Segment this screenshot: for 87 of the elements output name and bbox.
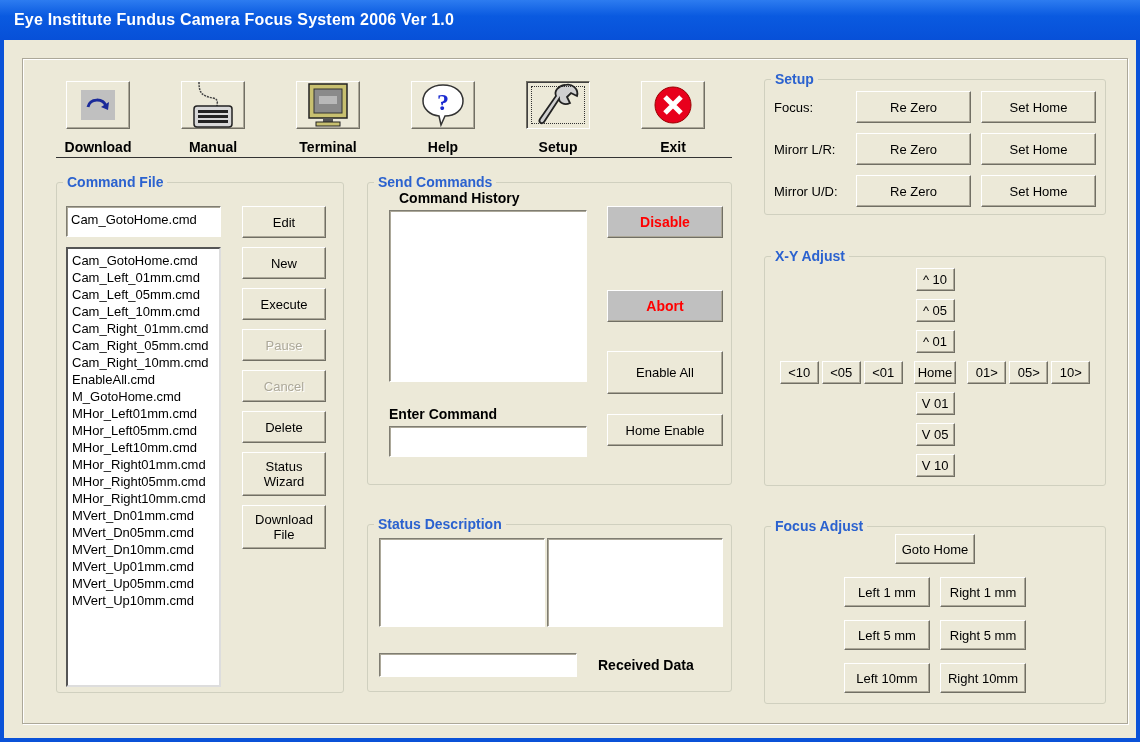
group-title: Setup <box>775 71 814 87</box>
axis-label: Mirror U/D: <box>774 183 839 199</box>
field-label: Enter Command <box>389 406 499 422</box>
jog-button[interactable]: <01 <box>863 361 903 384</box>
group-title: Focus Adjust <box>775 518 864 534</box>
file-list-item[interactable]: MHor_Left10mm.cmd <box>72 439 215 456</box>
command-input[interactable] <box>389 426 587 457</box>
toolbar-label: Setup <box>538 139 578 155</box>
group-title: Send Commands <box>378 174 493 190</box>
setup-action-button[interactable]: Set Home <box>981 133 1096 165</box>
filename-field[interactable]: Cam_GotoHome.cmd <box>66 206 221 237</box>
help-icon: ? <box>421 83 465 127</box>
toolbar-label: Exit <box>660 139 686 155</box>
focus-button[interactable]: Right 10mm <box>940 663 1026 693</box>
setup-action-button[interactable]: Re Zero <box>856 175 971 207</box>
setup-action-button[interactable]: Re Zero <box>856 133 971 165</box>
file-list-item[interactable]: MVert_Up01mm.cmd <box>72 558 215 575</box>
command-button[interactable]: Home Enable <box>607 414 723 446</box>
toolbar-label: Manual <box>188 139 238 155</box>
download-button[interactable] <box>66 81 130 129</box>
jog-button[interactable]: Home <box>913 361 957 384</box>
file-list-item[interactable]: MVert_Up05mm.cmd <box>72 575 215 592</box>
file-list-item[interactable]: MHor_Right05mm.cmd <box>72 473 215 490</box>
jog-button[interactable]: ^ 05 <box>915 299 955 322</box>
field-label: Received Data <box>598 657 694 673</box>
file-list-item[interactable]: Cam_Right_05mm.cmd <box>72 337 215 354</box>
group-title: X-Y Adjust <box>775 248 845 264</box>
file-list-item[interactable]: MVert_Dn05mm.cmd <box>72 524 215 541</box>
received-data-field[interactable] <box>379 653 577 677</box>
file-list-item[interactable]: EnableAll.cmd <box>72 371 215 388</box>
focus-button[interactable]: Goto Home <box>894 534 976 564</box>
jog-button[interactable]: 01> <box>967 361 1007 384</box>
setup-action-button[interactable]: Set Home <box>981 175 1096 207</box>
file-list-item[interactable]: M_GotoHome.cmd <box>72 388 215 405</box>
close-icon <box>653 85 693 125</box>
file-list-item[interactable]: Cam_Right_10mm.cmd <box>72 354 215 371</box>
terminal-button[interactable] <box>296 81 360 129</box>
keyboard-icon <box>193 82 233 128</box>
command-button[interactable]: Download File <box>242 505 326 549</box>
window-title: Eye Institute Fundus Camera Focus System 2006 Ver 1.0 <box>14 11 455 29</box>
file-list-item[interactable]: MHor_Left05mm.cmd <box>72 422 215 439</box>
command-button[interactable]: Edit <box>242 206 326 238</box>
focus-button[interactable]: Left 10mm <box>844 663 930 693</box>
file-list-item[interactable]: Cam_GotoHome.cmd <box>72 252 215 269</box>
file-list-item[interactable]: Cam_Right_01mm.cmd <box>72 320 215 337</box>
file-list-item[interactable]: MVert_Dn10mm.cmd <box>72 541 215 558</box>
file-list-item[interactable]: Cam_Left_01mm.cmd <box>72 269 215 286</box>
jog-button[interactable]: 10> <box>1051 361 1091 384</box>
command-button[interactable]: Delete <box>242 411 326 443</box>
jog-button[interactable]: 05> <box>1009 361 1049 384</box>
focus-button[interactable]: Right 5 mm <box>940 620 1026 650</box>
axis-label: Focus: <box>774 99 814 115</box>
monitor-icon <box>308 83 348 127</box>
setup-action-button[interactable]: Re Zero <box>856 91 971 123</box>
manual-button[interactable] <box>181 81 245 129</box>
focus-button[interactable]: Right 1 mm <box>940 577 1026 607</box>
axis-label: Mirorr L/R: <box>774 141 837 157</box>
jog-button[interactable]: V 10 <box>915 454 955 477</box>
group-title: Command File <box>67 174 164 190</box>
file-list-item[interactable]: MHor_Right10mm.cmd <box>72 490 215 507</box>
jog-button[interactable]: ^ 10 <box>915 268 955 291</box>
setup-button[interactable] <box>526 81 590 129</box>
file-list-item[interactable]: MVert_Up10mm.cmd <box>72 592 215 609</box>
file-list-item[interactable]: MHor_Right01mm.cmd <box>72 456 215 473</box>
file-list-item[interactable]: Cam_Left_05mm.cmd <box>72 286 215 303</box>
toolbar-label: Download <box>64 139 132 155</box>
toolbar-label: Help <box>427 139 459 155</box>
field-label: Command History <box>398 190 521 206</box>
jog-button[interactable]: <05 <box>821 361 861 384</box>
setup-action-button[interactable]: Set Home <box>981 91 1096 123</box>
file-list-item[interactable]: MHor_Left01mm.cmd <box>72 405 215 422</box>
file-list-item[interactable]: Cam_Left_10mm.cmd <box>72 303 215 320</box>
exit-button[interactable] <box>641 81 705 129</box>
help-button[interactable]: ? <box>411 81 475 129</box>
jog-button[interactable]: V 01 <box>915 392 955 415</box>
file-list-item[interactable]: MVert_Dn01mm.cmd <box>72 507 215 524</box>
group-title: Status Description <box>378 516 502 532</box>
toolbar-label: Terminal <box>299 139 357 155</box>
focus-button[interactable]: Left 5 mm <box>844 620 930 650</box>
focus-button[interactable]: Left 1 mm <box>844 577 930 607</box>
jog-button[interactable]: ^ 01 <box>915 330 955 353</box>
command-button[interactable]: Execute <box>242 288 326 320</box>
command-button[interactable]: Status Wizard <box>242 452 326 496</box>
command-button[interactable]: New <box>242 247 326 279</box>
command-button[interactable]: Enable All <box>607 351 723 394</box>
jog-button[interactable]: <10 <box>779 361 819 384</box>
jog-button[interactable]: V 05 <box>915 423 955 446</box>
